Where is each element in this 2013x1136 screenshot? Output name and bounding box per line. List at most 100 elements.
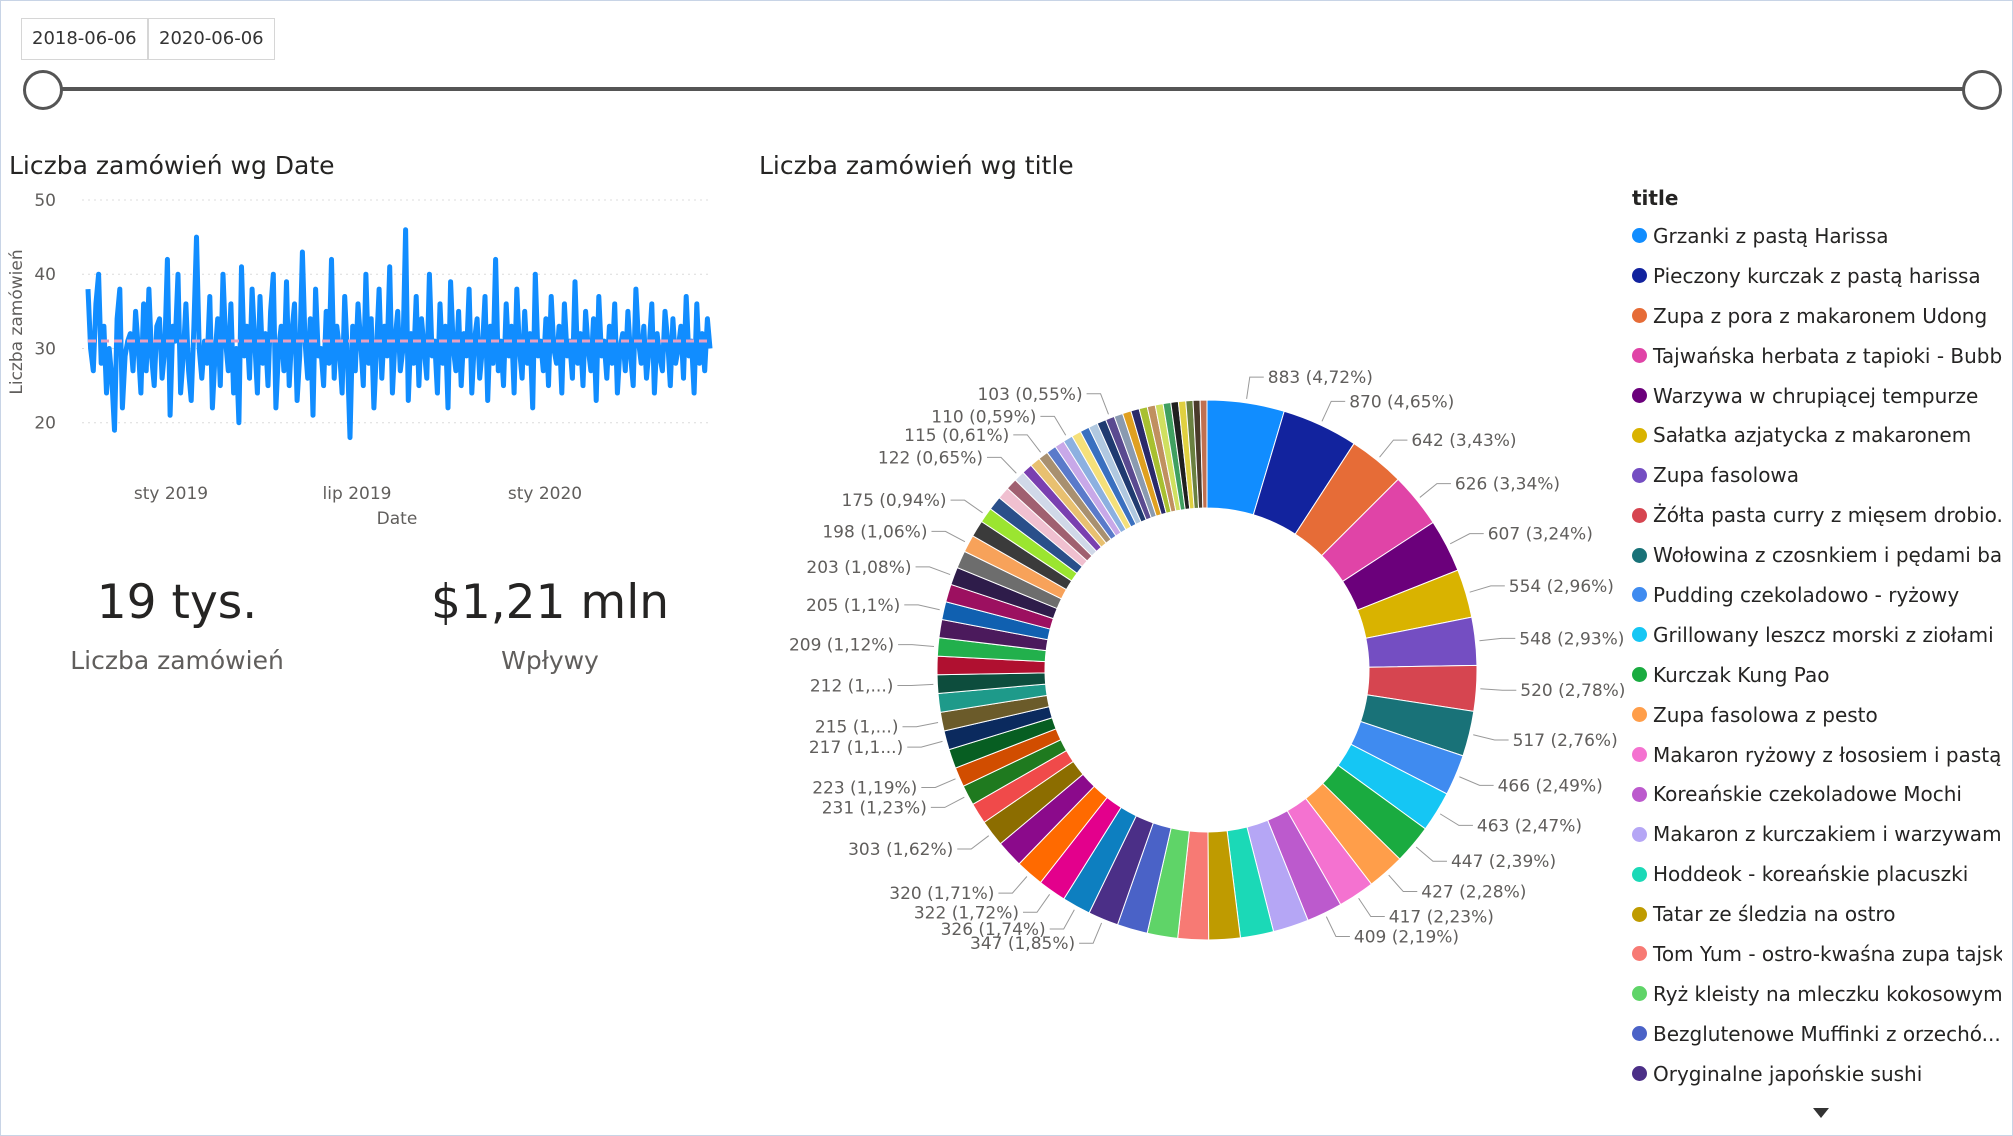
legend-item[interactable]: Hoddeok - koreańskie placuszki xyxy=(1632,854,2002,894)
legend-item[interactable]: Kurczak Kung Pao xyxy=(1632,655,2002,695)
leader-line xyxy=(957,835,990,850)
legend-item-label: Zupa fasolowa xyxy=(1653,463,1800,488)
slicer-end-date[interactable]: 2020-06-06 xyxy=(148,18,275,60)
data-label: 463 (2,47%) xyxy=(1477,816,1582,836)
leader-line xyxy=(1321,400,1346,422)
data-label: 103 (0,55%) xyxy=(977,385,1082,405)
legend-item[interactable]: Wołowina z czosnkiem i pędami ba... xyxy=(1632,535,2002,575)
leader-line xyxy=(1419,483,1451,498)
data-label: 427 (2,28%) xyxy=(1421,883,1526,903)
leader-line xyxy=(1022,894,1051,913)
leader-line xyxy=(1358,897,1385,918)
legend-item[interactable]: Pieczony kurczak z pastą harissa xyxy=(1632,256,2002,296)
legend-item[interactable]: Pudding czekoladowo - ryżowy xyxy=(1632,575,2002,615)
legend-item[interactable]: Tom Yum - ostro-kwaśna zupa tajska xyxy=(1632,934,2002,974)
legend-item-label: Zupa z pora z makaronem Udong xyxy=(1653,303,1988,328)
legend-item-label: Wołowina z czosnkiem i pędami ba... xyxy=(1653,543,2002,568)
data-label: 198 (1,06%) xyxy=(822,522,927,542)
legend-item[interactable]: Makaron z kurczakiem i warzywam... xyxy=(1632,814,2002,854)
leader-line xyxy=(998,876,1028,894)
leader-line xyxy=(904,604,940,611)
legend-marker-icon xyxy=(1632,866,1647,882)
data-label: 223 (1,19%) xyxy=(812,779,917,799)
line-series xyxy=(85,227,713,441)
legend-item-label: Warzywa w chrupiącej tempurze xyxy=(1653,383,1979,408)
legend-item[interactable]: Grzanki z pastą Harissa xyxy=(1632,216,2002,256)
legend-item[interactable]: Ryż kleisty na mleczku kokosowym... xyxy=(1632,974,2002,1014)
line-chart: 20 30 40 50 sty 2019 lip 2019 sty 2020 Date Licz… xyxy=(7,191,713,529)
data-label: 883 (4,72%) xyxy=(1268,368,1373,388)
leader-line xyxy=(930,796,965,808)
x-tick-label: lip 2019 xyxy=(323,484,392,504)
legend-marker-icon xyxy=(1632,667,1647,683)
leader-line xyxy=(1388,874,1418,893)
legend-item[interactable]: Tajwańska herbata z tapioki - Bubb... xyxy=(1632,336,2002,376)
data-label: 607 (3,24%) xyxy=(1488,525,1593,545)
slider-end-handle[interactable] xyxy=(1962,70,2002,110)
legend-marker-icon xyxy=(1632,547,1647,563)
data-label: 517 (2,76%) xyxy=(1513,731,1618,751)
legend-marker-icon xyxy=(1632,946,1647,962)
legend-item[interactable]: Grillowany leszcz morski z ziołami xyxy=(1632,615,2002,655)
legend-marker-icon xyxy=(1632,1066,1647,1082)
leader-line xyxy=(897,683,934,686)
legend-item-label: Zupa fasolowa z pesto xyxy=(1653,702,1878,727)
data-label: 231 (1,23%) xyxy=(822,798,927,818)
legend-marker-icon xyxy=(1632,906,1647,922)
leader-line xyxy=(1479,637,1516,642)
legend-item-label: Makaron z kurczakiem i warzywam... xyxy=(1653,822,2002,847)
leader-line xyxy=(907,740,943,748)
legend-item-label: Koreańskie czekoladowe Mochi xyxy=(1653,782,1962,807)
legend-item[interactable]: Zupa z pora z makaronem Udong xyxy=(1632,296,2002,336)
donut-chart-title: Liczba zamówień wg title xyxy=(759,151,1074,180)
leader-line xyxy=(921,778,956,789)
leader-line xyxy=(1040,415,1067,436)
legend-marker-icon xyxy=(1632,308,1647,324)
donut-chart: 883 (4,72%) 870 (4,65%) 642 (3,43%) 626 (3,… xyxy=(789,368,1625,954)
leader-line xyxy=(1469,585,1505,593)
date-slider-track[interactable] xyxy=(42,87,1982,91)
legend-item[interactable]: Koreańskie czekoladowe Mochi xyxy=(1632,774,2002,814)
leader-line xyxy=(898,644,935,648)
legend-item[interactable]: Sałatka azjatycka z makaronem xyxy=(1632,415,2002,455)
slicer-start-date[interactable]: 2018-06-06 xyxy=(21,18,148,60)
slider-start-handle[interactable] xyxy=(23,70,63,110)
leader-line xyxy=(1415,846,1447,862)
orders-card-value: 19 tys. xyxy=(96,575,258,630)
y-axis-title: Liczba zamówień xyxy=(7,249,27,394)
data-label: 626 (3,34%) xyxy=(1455,475,1560,495)
leader-line xyxy=(915,566,951,576)
legend-item-label: Żółta pasta curry z mięsem drobio... xyxy=(1653,503,2002,528)
data-label: 320 (1,71%) xyxy=(889,884,994,904)
leader-line xyxy=(931,530,966,543)
legend-item[interactable]: Żółta pasta curry z mięsem drobio... xyxy=(1632,495,2002,535)
leader-line xyxy=(1459,776,1494,786)
legend-item-label: Grillowany leszcz morski z ziołami xyxy=(1653,622,1994,647)
legend-more-chevron-down-icon[interactable] xyxy=(1813,1108,1829,1118)
leader-line xyxy=(902,721,939,728)
legend-item-label: Oryginalne japońskie sushi xyxy=(1653,1061,1923,1086)
legend-item[interactable]: Warzywa w chrupiącej tempurze xyxy=(1632,376,2002,416)
y-tick-label: 40 xyxy=(34,265,56,285)
legend-item-label: Ryż kleisty na mleczku kokosowym... xyxy=(1653,981,2002,1006)
orders-card-label: Liczba zamówień xyxy=(70,646,284,675)
legend-item-label: Bezglutenowe Muffinki z orzechó... xyxy=(1653,1021,2001,1046)
leader-line xyxy=(1439,813,1473,826)
leader-line xyxy=(1049,909,1075,930)
legend-item[interactable]: Zupa fasolowa z pesto xyxy=(1632,695,2002,735)
y-tick-label: 50 xyxy=(34,191,56,211)
legend-marker-icon xyxy=(1632,228,1647,244)
legend-item-label: Tom Yum - ostro-kwaśna zupa tajska xyxy=(1653,941,2002,966)
legend-marker-icon xyxy=(1632,1026,1647,1042)
legend-item[interactable]: Makaron ryżowy z łososiem i pastą... xyxy=(1632,735,2002,775)
revenue-card-label: Wpływy xyxy=(501,646,599,675)
data-label: 215 (1,...) xyxy=(815,718,899,738)
legend-item[interactable]: Tatar ze śledzia na ostro xyxy=(1632,894,2002,934)
legend-item[interactable]: Oryginalne japońskie sushi xyxy=(1632,1054,2002,1094)
legend-marker-icon xyxy=(1632,427,1647,443)
legend-item[interactable]: Zupa fasolowa xyxy=(1632,455,2002,495)
legend-marker-icon xyxy=(1632,348,1647,364)
legend-item-label: Makaron ryżowy z łososiem i pastą... xyxy=(1653,742,2002,767)
leader-line xyxy=(1379,439,1408,458)
legend-item[interactable]: Bezglutenowe Muffinki z orzechó... xyxy=(1632,1014,2002,1054)
